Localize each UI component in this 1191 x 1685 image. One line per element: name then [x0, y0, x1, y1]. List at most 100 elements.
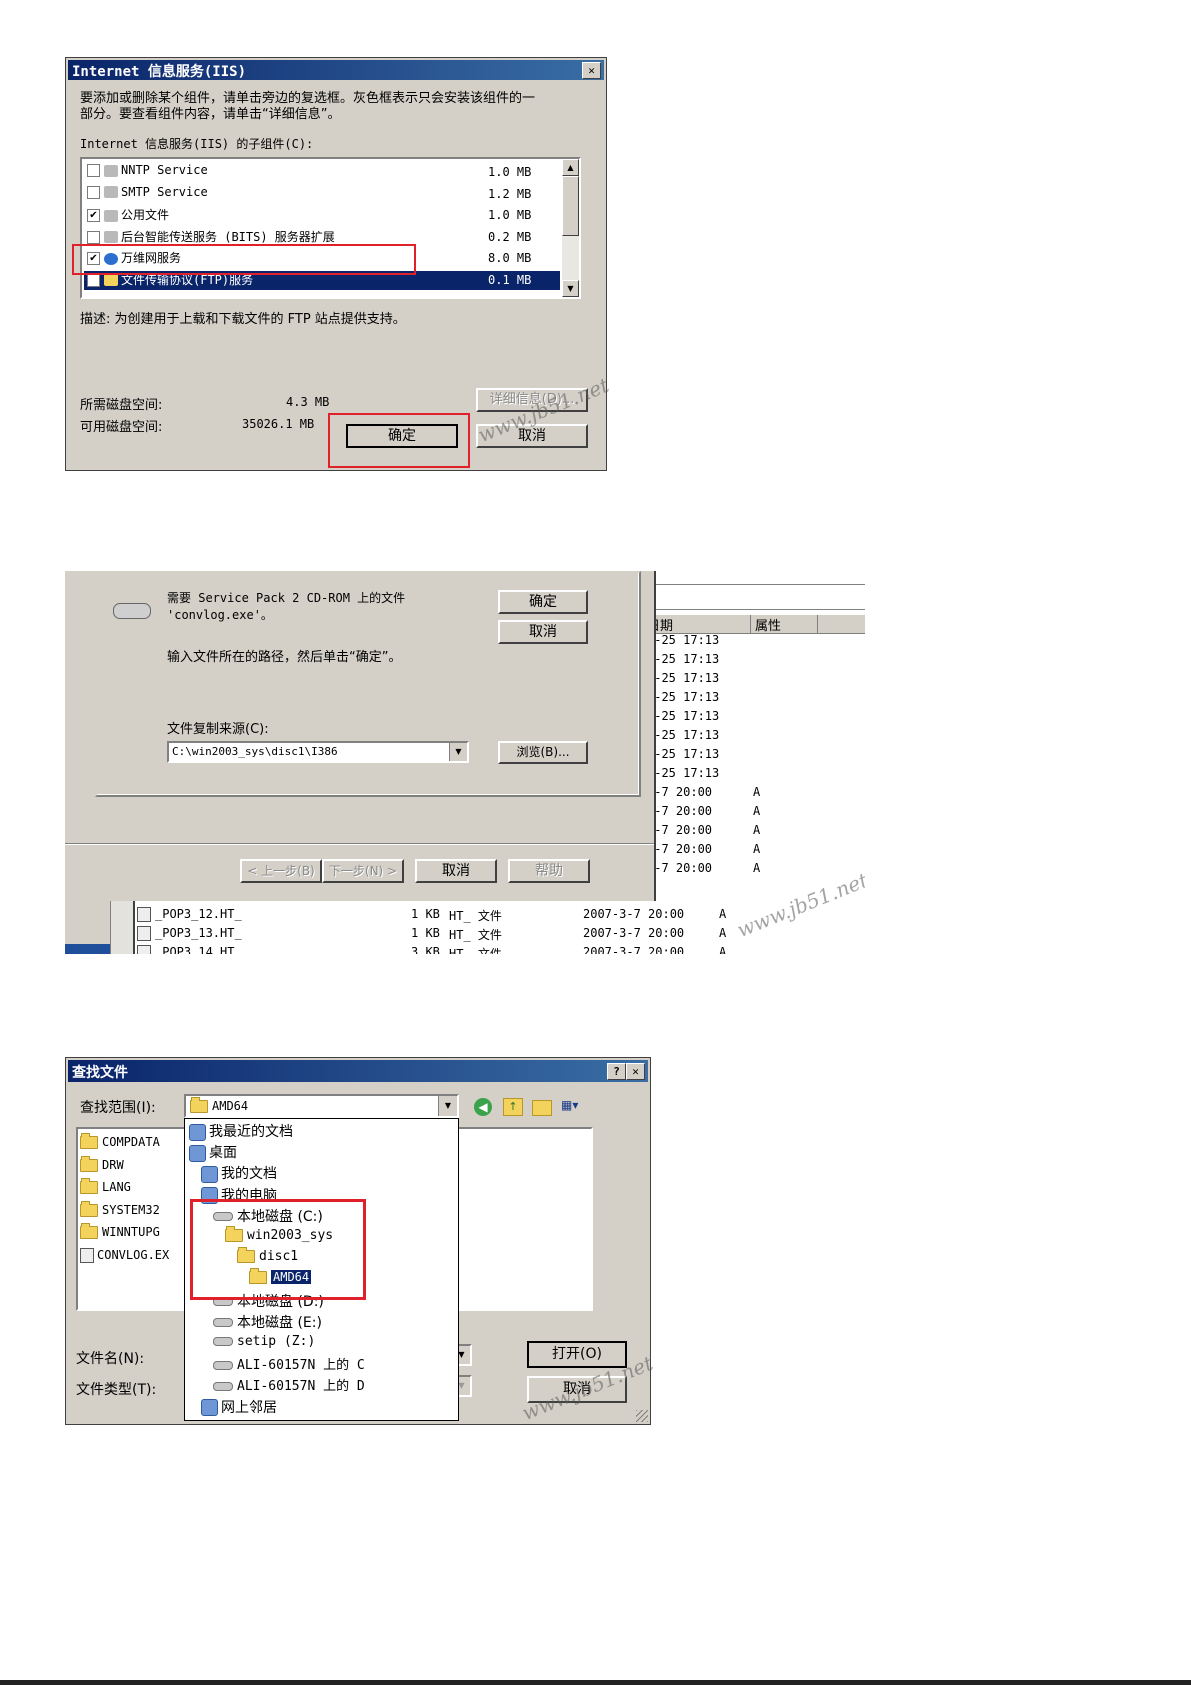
file-icon — [137, 945, 151, 954]
view-menu-icon[interactable]: ▦▾ — [561, 1098, 587, 1116]
file-list-item[interactable]: DRW — [80, 1155, 124, 1172]
help-button[interactable]: ? — [607, 1063, 626, 1080]
sp-region: 日期 属性 6-25 17:13 6-25 17:13 6-25 17:13 6-25… — [65, 571, 865, 954]
lookin-dropdown-button[interactable]: ▼ — [438, 1096, 457, 1116]
folder-icon — [237, 1246, 255, 1263]
components-scrollbar[interactable]: ▲ ▼ — [562, 159, 579, 297]
component-row[interactable]: SMTP Service 1.2 MB — [84, 185, 560, 204]
wizard-cancel-button[interactable]: 取消 — [415, 859, 497, 883]
dropdown-item[interactable]: ALI-60157N 上的 C — [213, 1354, 365, 1373]
file-icon — [80, 1247, 94, 1263]
dropdown-item-label: 本地磁盘 (D:) — [237, 1293, 324, 1310]
browse-button[interactable]: 浏览(B)... — [498, 741, 588, 764]
instruction-line-2: 部分。要查看组件内容，请单击“详细信息”。 — [80, 107, 341, 122]
file-list-item[interactable]: LANG — [80, 1178, 131, 1194]
component-icon — [104, 186, 118, 198]
dropdown-item-label: 本地磁盘 (E:) — [237, 1314, 322, 1331]
component-checkbox[interactable] — [87, 164, 100, 177]
network-drive-icon — [213, 1381, 233, 1391]
chevron-down-icon: ▼ — [458, 1381, 465, 1390]
back-button[interactable]: < 上一步(B) — [240, 859, 322, 883]
component-checkbox[interactable]: ✔ — [87, 252, 100, 265]
subcomponents-label: Internet 信息服务(IIS) 的子组件(C): — [80, 137, 314, 151]
dropdown-item[interactable]: 我的文档 — [201, 1163, 277, 1183]
file-date: 2007-3-7 20:00 — [583, 907, 685, 921]
iis-dialog: Internet 信息服务(IIS) ✕ 要添加或删除某个组件，请单击旁边的复选… — [65, 57, 612, 471]
lookin-combobox[interactable]: AMD64 ▼ — [184, 1094, 459, 1118]
file-list-item[interactable]: COMPDATA — [80, 1133, 160, 1149]
sp-ok-button[interactable]: 确定 — [498, 590, 588, 614]
lookin-label: 查找范围(I): — [80, 1100, 156, 1116]
dropdown-item[interactable]: 我最近的文档 — [189, 1121, 293, 1141]
component-size: 1.0 MB — [488, 208, 532, 222]
filename-label: 文件名(N): — [76, 1351, 145, 1367]
ok-button[interactable]: 确定 — [346, 424, 458, 448]
dropdown-item-label: AMD64 — [271, 1270, 312, 1285]
dropdown-item[interactable]: 本地磁盘 (E:) — [213, 1312, 322, 1331]
dropdown-item[interactable]: win2003_sys — [225, 1225, 333, 1246]
close-icon: ✕ — [588, 64, 595, 77]
source-input[interactable]: C:\win2003_sys\disc1\I386 — [172, 745, 338, 758]
component-row[interactable]: 后台智能传送服务 (BITS) 服务器扩展 0.2 MB — [84, 228, 560, 247]
network-drive-icon — [213, 1360, 233, 1370]
up-folder-icon[interactable]: ↑ — [503, 1098, 523, 1116]
dropdown-item[interactable]: AMD64 — [249, 1267, 312, 1288]
next-button[interactable]: 下一步(N) > — [322, 859, 404, 883]
close-icon: ✕ — [632, 1065, 639, 1078]
dropdown-item[interactable]: disc1 — [237, 1246, 298, 1267]
iis-title: Internet 信息服务(IIS) — [72, 64, 247, 80]
explorer-date-cell: 3-7 20:00 — [647, 861, 713, 875]
required-space-label: 所需磁盘空间: — [80, 398, 163, 413]
sp-message-2: 'convlog.exe'。 — [167, 608, 273, 622]
file-date: 2007-3-7 20:00 — [583, 926, 685, 940]
component-name: SMTP Service — [121, 184, 208, 199]
dropdown-item[interactable]: 我的电脑 — [201, 1185, 277, 1205]
close-button[interactable]: ✕ — [626, 1063, 645, 1080]
dropdown-item-label: 桌面 — [209, 1145, 237, 1162]
sp-cancel-button[interactable]: 取消 — [498, 620, 588, 644]
explorer-date-cell: 3-7 20:00 — [647, 823, 713, 837]
file-row[interactable]: _POP3_14.HT_ 3 KB HT_ 文件 2007-3-7 20:00 A — [137, 945, 865, 954]
file-attr: A — [719, 945, 727, 954]
header-date: 日期 — [645, 615, 751, 634]
component-checkbox[interactable]: ✔ — [87, 209, 100, 222]
file-name: _POP3_12.HT_ — [155, 907, 242, 921]
file-list-item[interactable]: CONVLOG.EX — [80, 1247, 170, 1263]
file-list-item[interactable]: SYSTEM32 — [80, 1200, 160, 1217]
dropdown-item[interactable]: ALI-60157N 上的 D — [213, 1375, 365, 1394]
component-row[interactable]: ✔ 文件传输协议(FTP)服务 0.1 MB — [84, 270, 560, 290]
file-list-item[interactable]: WINNTUPG — [80, 1223, 160, 1239]
component-icon — [104, 209, 118, 222]
close-button[interactable]: ✕ — [582, 62, 601, 79]
dropdown-item[interactable]: 本地磁盘 (C:) — [213, 1206, 323, 1225]
component-checkbox[interactable] — [87, 185, 100, 199]
lookin-dropdown-list[interactable]: 我最近的文档桌面 我的文档 我的电脑 本地磁盘 (C:) win2003_sys disc… — [184, 1118, 459, 1421]
component-checkbox[interactable]: ✔ — [87, 273, 100, 287]
explorer-date-cell: 3-7 20:00 — [647, 804, 713, 818]
help-button[interactable]: 帮助 — [508, 859, 590, 883]
dropdown-item[interactable]: 网上邻居 — [201, 1397, 277, 1417]
scroll-up-button[interactable]: ▲ — [562, 159, 579, 176]
file-list-item-label: CONVLOG.EX — [97, 1247, 170, 1262]
dropdown-button[interactable]: ▼ — [449, 743, 467, 761]
dropdown-item[interactable]: 桌面 — [189, 1142, 237, 1162]
new-folder-icon[interactable] — [532, 1100, 552, 1116]
arrow-up-icon: ▲ — [567, 163, 574, 172]
drive-icon — [213, 1212, 233, 1222]
source-combobox[interactable]: C:\win2003_sys\disc1\I386 ▼ — [167, 741, 469, 763]
resize-grip-icon[interactable] — [636, 1410, 648, 1422]
dropdown-item[interactable]: setip (Z:) — [213, 1333, 315, 1352]
back-icon[interactable]: ◀ — [474, 1098, 492, 1116]
scroll-thumb[interactable] — [562, 176, 579, 236]
page-bottom-rule — [0, 1680, 1191, 1685]
component-checkbox[interactable] — [87, 230, 100, 244]
component-name: 文件传输协议(FTP)服务 — [121, 272, 254, 287]
component-row[interactable]: ✔ 公用文件 1.0 MB — [84, 206, 560, 225]
network-places-icon — [201, 1399, 218, 1417]
scroll-down-button[interactable]: ▼ — [562, 280, 579, 297]
component-row[interactable]: ✔ 万维网服务 8.0 MB — [84, 249, 560, 268]
file-list-item-label: SYSTEM32 — [102, 1202, 160, 1217]
component-row[interactable]: NNTP Service 1.0 MB — [84, 163, 560, 182]
components-list[interactable]: NNTP Service 1.0 MB SMTP Service 1.2 MB ✔ 公用文… — [80, 157, 581, 299]
dropdown-item[interactable]: 本地磁盘 (D:) — [213, 1291, 324, 1310]
